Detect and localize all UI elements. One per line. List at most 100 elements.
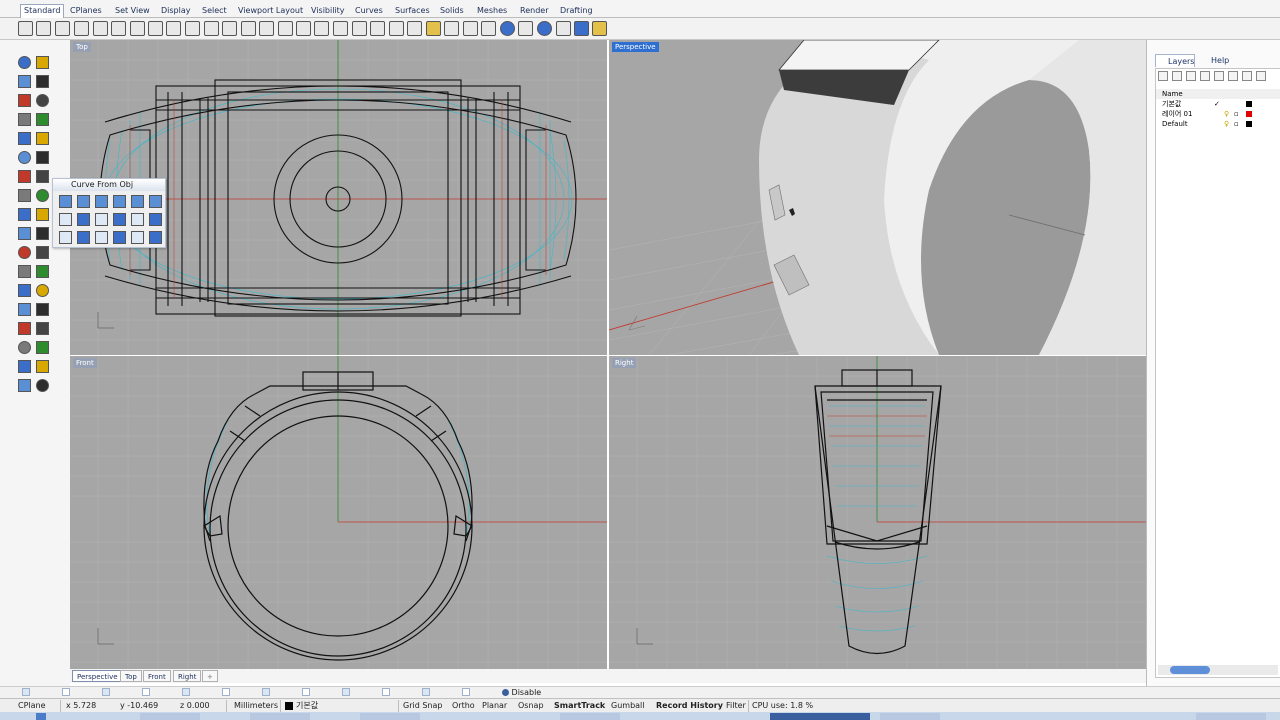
tab-cplanes[interactable]: CPlanes	[70, 5, 102, 17]
osnap-checkbox[interactable]	[22, 688, 30, 696]
viewport-tab-top[interactable]: Top	[120, 670, 142, 682]
new-layer-icon[interactable]	[1158, 71, 1168, 81]
status-grid-snap[interactable]: Grid Snap	[403, 700, 442, 712]
ellipse-icon[interactable]	[18, 113, 31, 126]
tab-select[interactable]: Select	[202, 5, 227, 17]
open-icon[interactable]	[36, 21, 51, 36]
status-gumball[interactable]: Gumball	[611, 700, 645, 712]
zoom-window-icon[interactable]	[259, 21, 274, 36]
dimension-icon[interactable]	[18, 322, 31, 335]
viewport-label-front[interactable]: Front	[73, 358, 97, 368]
curve-tool-icon[interactable]	[95, 213, 108, 226]
fillet-icon[interactable]	[18, 246, 31, 259]
curve-tool-icon[interactable]	[149, 231, 162, 244]
cut-icon[interactable]	[111, 21, 126, 36]
tab-visibility[interactable]: Visibility	[311, 5, 345, 17]
light-icon[interactable]	[426, 21, 441, 36]
zoom-all-icon[interactable]	[314, 21, 329, 36]
viewport-tab-right[interactable]: Right	[173, 670, 202, 682]
curve-tool-icon[interactable]	[131, 213, 144, 226]
split-icon[interactable]	[36, 303, 49, 316]
viewport-perspective[interactable]: Perspective	[609, 40, 1146, 355]
osnap-checkbox[interactable]	[142, 688, 150, 696]
curve-tool-icon[interactable]	[149, 213, 162, 226]
zoom-selected-icon[interactable]	[296, 21, 311, 36]
polyline-icon[interactable]	[18, 75, 31, 88]
osnap-checkbox[interactable]	[342, 688, 350, 696]
scrollbar-thumb[interactable]	[1170, 666, 1210, 674]
tab-viewport-layout[interactable]: Viewport Layout	[238, 5, 303, 17]
explode-icon[interactable]	[36, 265, 49, 278]
check-icon[interactable]	[18, 379, 31, 392]
lock-icon[interactable]: ▫	[1234, 119, 1239, 129]
floating-toolbar-title[interactable]: Curve From Obj	[53, 179, 165, 191]
tab-meshes[interactable]: Meshes	[477, 5, 507, 17]
scale-icon[interactable]	[36, 227, 49, 240]
layer-color-swatch[interactable]	[1246, 101, 1252, 107]
curve-tool-icon[interactable]	[149, 195, 162, 208]
grid-icon[interactable]	[18, 360, 31, 373]
transform-icon[interactable]	[18, 208, 31, 221]
show-objects-icon[interactable]	[370, 21, 385, 36]
status-filter[interactable]: Filter	[726, 700, 746, 712]
save-icon[interactable]	[55, 21, 70, 36]
status-smarttrack[interactable]: SmartTrack	[554, 700, 605, 712]
lightbulb-icon[interactable]: ♀	[1224, 109, 1229, 119]
curve-tool-icon[interactable]	[95, 231, 108, 244]
curve-tool-icon[interactable]	[59, 195, 72, 208]
layer-row[interactable]: Default ♀ ▫	[1156, 119, 1280, 129]
curve-tool-icon[interactable]	[131, 195, 144, 208]
tab-set-view[interactable]: Set View	[115, 5, 150, 17]
layer-icon[interactable]	[463, 21, 478, 36]
tab-layers[interactable]: Layers	[1155, 54, 1195, 67]
polygon-icon[interactable]	[18, 132, 31, 145]
zoom-icon[interactable]	[241, 21, 256, 36]
tab-curves[interactable]: Curves	[355, 5, 383, 17]
curve-from-object-toolbar[interactable]: Curve From Obj	[52, 178, 166, 248]
sphere-icon[interactable]	[537, 21, 552, 36]
osnap-checkbox[interactable]	[422, 688, 430, 696]
curve-tool-icon[interactable]	[113, 195, 126, 208]
lock-icon[interactable]: ▫	[1234, 109, 1239, 119]
viewport-label-right[interactable]: Right	[612, 358, 637, 368]
osnap-checkbox[interactable]	[62, 688, 70, 696]
osnap-checkbox[interactable]	[222, 688, 230, 696]
curve-tool-icon[interactable]	[77, 213, 90, 226]
layer-color-swatch[interactable]	[1246, 121, 1252, 127]
tab-render[interactable]: Render	[520, 5, 548, 17]
solid-icon[interactable]	[18, 170, 31, 183]
curve-tool-icon[interactable]	[59, 213, 72, 226]
render-preview-icon[interactable]	[518, 21, 533, 36]
box-icon[interactable]	[36, 170, 49, 183]
properties-icon[interactable]	[481, 21, 496, 36]
move-icon[interactable]	[36, 208, 49, 221]
point-icon[interactable]	[36, 56, 49, 69]
circle-icon[interactable]	[18, 94, 31, 107]
taskbar-button[interactable]	[360, 713, 420, 720]
mesh-icon[interactable]	[18, 189, 31, 202]
lock-icon[interactable]	[407, 21, 422, 36]
tab-solids[interactable]: Solids	[440, 5, 464, 17]
group-icon[interactable]	[18, 284, 31, 297]
rotate-icon[interactable]	[18, 227, 31, 240]
layer-row[interactable]: 레이어 01 ♀ ▫	[1156, 109, 1280, 119]
trim-icon[interactable]	[36, 246, 49, 259]
curve-tool-icon[interactable]	[59, 231, 72, 244]
import-icon[interactable]	[93, 21, 108, 36]
status-units[interactable]: Millimeters	[234, 700, 278, 712]
select-icon[interactable]	[18, 56, 31, 69]
lock-objects-icon[interactable]	[444, 21, 459, 36]
four-viewports-icon[interactable]	[333, 21, 348, 36]
curve-tool-icon[interactable]	[95, 195, 108, 208]
analyze-icon[interactable]	[36, 360, 49, 373]
cplane-icon[interactable]	[352, 21, 367, 36]
environment-icon[interactable]	[574, 21, 589, 36]
status-ortho[interactable]: Ortho	[452, 700, 475, 712]
disable-radio-icon[interactable]	[502, 689, 509, 696]
tools-icon[interactable]	[1256, 71, 1266, 81]
color-wheel-icon[interactable]	[500, 21, 515, 36]
curve-tool-icon[interactable]	[131, 231, 144, 244]
redo-icon[interactable]	[185, 21, 200, 36]
filter-icon[interactable]	[1242, 71, 1252, 81]
viewport-label-top[interactable]: Top	[73, 42, 91, 52]
